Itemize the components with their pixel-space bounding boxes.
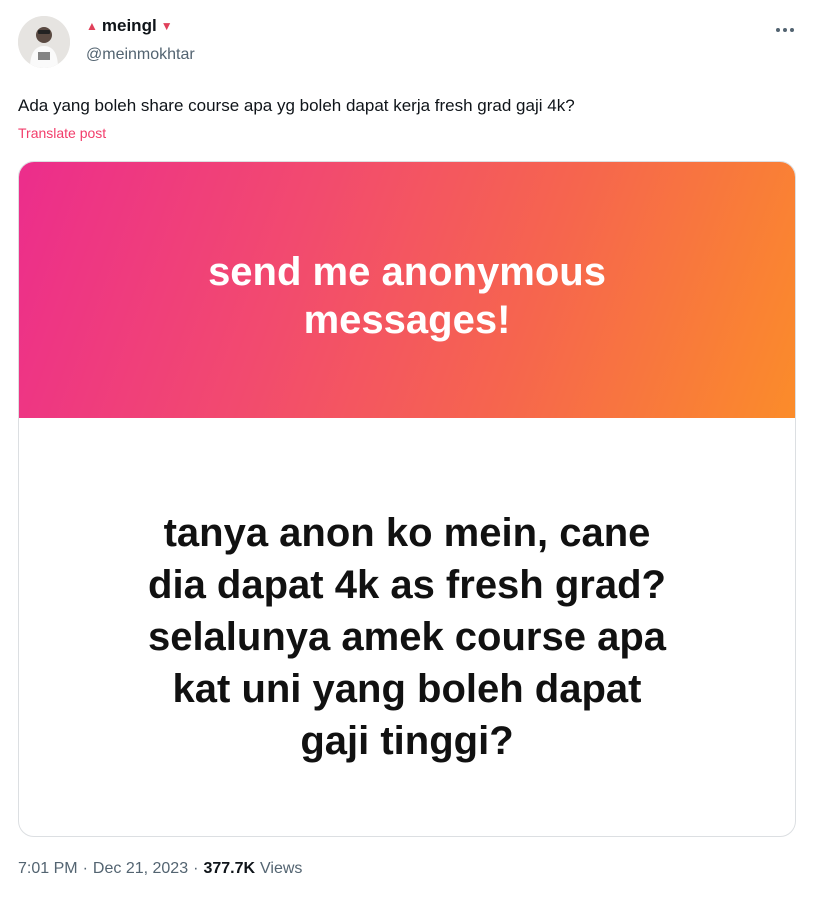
post-time[interactable]: 7:01 PM <box>18 860 78 878</box>
avatar[interactable] <box>18 16 70 68</box>
media-card[interactable]: send me anonymous messages! tanya anon k… <box>18 161 796 837</box>
banner-line: messages! <box>303 298 511 342</box>
post-date[interactable]: Dec 21, 2023 <box>93 860 188 878</box>
banner-line: send me anonymous <box>208 250 606 294</box>
author-handle[interactable]: @meinmokhtar <box>86 46 195 64</box>
post: ▲ meingl ▼ @meinmokhtar Ada yang boleh s… <box>0 0 815 900</box>
question-text: tanya anon ko mein, cane dia dapat 4k as… <box>19 507 795 767</box>
card-banner: send me anonymous messages! <box>19 162 795 418</box>
question-line: selalunya amek course apa <box>147 615 667 659</box>
question-line: dia dapat 4k as fresh grad? <box>148 563 666 607</box>
post-text: Ada yang boleh share course apa yg boleh… <box>18 96 575 115</box>
more-options-button[interactable] <box>770 18 800 42</box>
views-count: 377.7K <box>203 860 256 877</box>
question-line: tanya anon ko mein, cane <box>163 511 651 555</box>
meta-separator: · <box>82 860 88 877</box>
triangle-up-icon: ▲ <box>86 19 98 33</box>
author-display-name[interactable]: meingl <box>102 16 157 36</box>
translate-post-link[interactable]: Translate post <box>18 125 106 141</box>
question-line: kat uni yang boleh dapat <box>172 667 642 711</box>
triangle-down-icon: ▼ <box>160 19 173 33</box>
more-dots-icon <box>776 28 794 32</box>
banner-text: send me anonymous messages! <box>19 248 795 344</box>
question-line: gaji tinggi? <box>300 719 514 763</box>
meta-separator: · <box>193 860 199 877</box>
views-label: Views <box>260 860 303 877</box>
author-name-row[interactable]: ▲ meingl ▼ <box>86 16 173 36</box>
post-meta: 7:01 PM · Dec 21, 2023 · 377.7K Views <box>18 860 302 878</box>
